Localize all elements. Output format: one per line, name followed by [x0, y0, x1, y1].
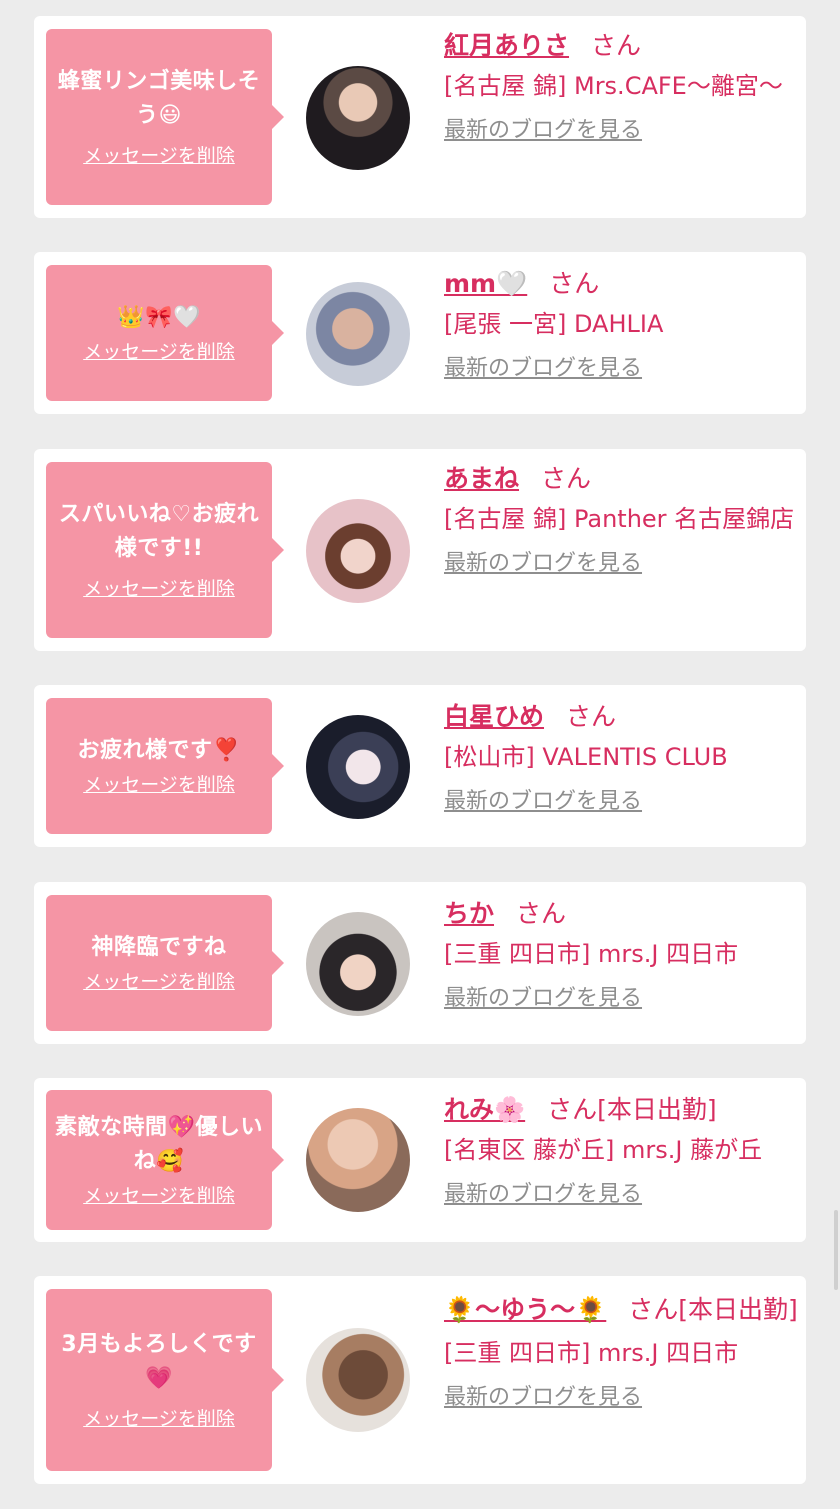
- delete-message-link[interactable]: メッセージを削除: [83, 1183, 235, 1209]
- shop-info: [名古屋 錦] Panther 名古屋錦店: [444, 505, 795, 533]
- avatar[interactable]: [306, 1328, 410, 1432]
- user-name-link[interactable]: mm🤍: [444, 269, 527, 298]
- avatar[interactable]: [306, 912, 410, 1016]
- message-bubble: 蜂蜜リンゴ美味しそう😃 メッセージを削除: [46, 29, 284, 205]
- shop-info: [三重 四日市] mrs.J 四日市: [444, 1339, 739, 1367]
- message-bubble: お疲れ様です❣️ メッセージを削除: [46, 698, 284, 834]
- view-blog-link[interactable]: 最新のブログを見る: [444, 1180, 642, 1210]
- view-blog-link[interactable]: 最新のブログを見る: [444, 116, 642, 146]
- message-bubble: 👑🎀🤍 メッセージを削除: [46, 265, 284, 401]
- shop-info: [松山市] VALENTIS CLUB: [444, 743, 728, 771]
- view-blog-link[interactable]: 最新のブログを見る: [444, 1383, 642, 1413]
- user-name-link[interactable]: あまね: [444, 464, 519, 493]
- view-blog-link[interactable]: 最新のブログを見る: [444, 549, 642, 579]
- honorific: さん[本日出勤]: [628, 1295, 798, 1324]
- delete-message-link[interactable]: メッセージを削除: [83, 969, 235, 995]
- avatar[interactable]: [306, 1108, 410, 1212]
- message-card: お疲れ様です❣️ メッセージを削除 白星ひめ さん [松山市] VALENTIS …: [34, 685, 806, 847]
- delete-message-link[interactable]: メッセージを削除: [83, 143, 235, 169]
- user-name-link[interactable]: 🌻〜ゆう〜🌻: [444, 1295, 606, 1324]
- message-card: 蜂蜜リンゴ美味しそう😃 メッセージを削除 紅月ありさ さん [名古屋 錦] Mrs…: [34, 16, 806, 218]
- avatar[interactable]: [306, 499, 410, 603]
- honorific: さん: [516, 899, 567, 928]
- delete-message-link[interactable]: メッセージを削除: [83, 339, 235, 365]
- view-blog-link[interactable]: 最新のブログを見る: [444, 787, 642, 817]
- message-text: お疲れ様です❣️: [77, 738, 241, 763]
- message-card: スパいいね♡お疲れ様です!! メッセージを削除 あまね さん [名古屋 錦] Pa…: [34, 449, 806, 651]
- message-text: 神降臨ですね: [91, 935, 227, 960]
- shop-info: [名古屋 錦] Mrs.CAFE〜離宮〜: [444, 72, 783, 100]
- message-text: スパいいね♡お疲れ様です!!: [58, 502, 260, 561]
- message-bubble: 神降臨ですね メッセージを削除: [46, 895, 284, 1031]
- shop-info: [尾張 一宮] DAHLIA: [444, 310, 664, 338]
- message-bubble: 3月もよろしくです💗 メッセージを削除: [46, 1289, 284, 1471]
- shop-info: [名東区 藤が丘] mrs.J 藤が丘: [444, 1136, 763, 1164]
- message-card: 神降臨ですね メッセージを削除 ちか さん [三重 四日市] mrs.J 四日市 …: [34, 882, 806, 1044]
- view-blog-link[interactable]: 最新のブログを見る: [444, 984, 642, 1014]
- message-card: 👑🎀🤍 メッセージを削除 mm🤍 さん [尾張 一宮] DAHLIA 最新のブログ…: [34, 252, 806, 414]
- message-text: 👑🎀🤍: [117, 305, 201, 330]
- honorific: さん: [549, 269, 600, 298]
- message-bubble: スパいいね♡お疲れ様です!! メッセージを削除: [46, 462, 284, 638]
- user-name-link[interactable]: 白星ひめ: [444, 702, 544, 731]
- user-name-link[interactable]: 紅月ありさ: [444, 31, 569, 60]
- honorific: さん: [541, 464, 592, 493]
- user-name-link[interactable]: れみ🌸: [444, 1095, 525, 1124]
- user-name-link[interactable]: ちか: [444, 899, 494, 928]
- delete-message-link[interactable]: メッセージを削除: [83, 576, 235, 602]
- avatar[interactable]: [306, 282, 410, 386]
- message-card: 素敵な時間💖優しいね🥰 メッセージを削除 れみ🌸 さん[本日出勤] [名東区 藤が…: [34, 1078, 806, 1242]
- avatar[interactable]: [306, 715, 410, 819]
- shop-info: [三重 四日市] mrs.J 四日市: [444, 940, 739, 968]
- honorific: さん: [566, 702, 617, 731]
- delete-message-link[interactable]: メッセージを削除: [83, 772, 235, 798]
- message-text: 3月もよろしくです💗: [61, 1332, 257, 1391]
- message-card: 3月もよろしくです💗 メッセージを削除 🌻〜ゆう〜🌻 さん[本日出勤] [三重 四…: [34, 1276, 806, 1484]
- scrollbar[interactable]: [834, 1210, 838, 1290]
- honorific: さん[本日出勤]: [547, 1095, 717, 1124]
- message-bubble: 素敵な時間💖優しいね🥰 メッセージを削除: [46, 1090, 284, 1230]
- honorific: さん: [591, 31, 642, 60]
- delete-message-link[interactable]: メッセージを削除: [83, 1406, 235, 1432]
- message-text: 素敵な時間💖優しいね🥰: [55, 1115, 263, 1174]
- message-text: 蜂蜜リンゴ美味しそう😃: [57, 69, 261, 128]
- view-blog-link[interactable]: 最新のブログを見る: [444, 354, 642, 384]
- avatar[interactable]: [306, 66, 410, 170]
